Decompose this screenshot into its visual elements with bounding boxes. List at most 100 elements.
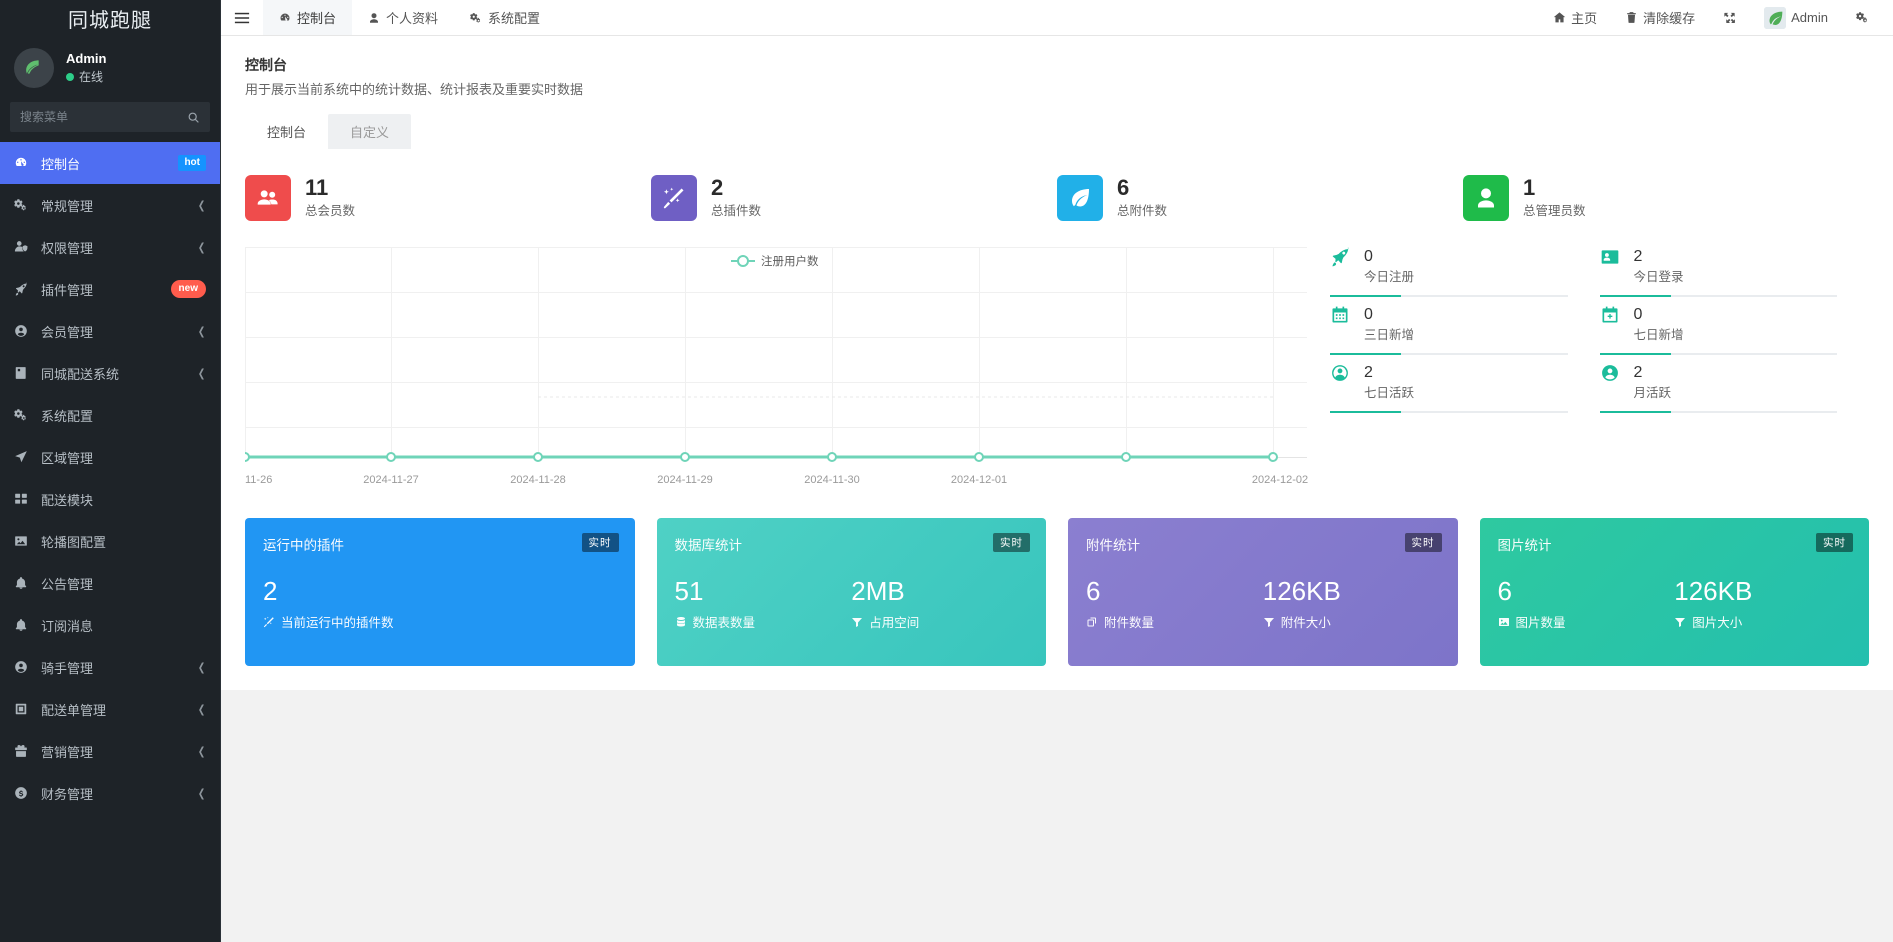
sidebar-item-label: 订阅消息 [41, 618, 94, 634]
topbar-action-fullscreen[interactable] [1709, 11, 1750, 24]
search-box[interactable] [10, 102, 210, 132]
sidebar-user-status-text: 在线 [79, 70, 104, 84]
info-card-3[interactable]: 图片统计 实时 6 图片数量 126KB 图片大小 [1479, 518, 1869, 666]
topbar-action-avatar[interactable]: Admin [1750, 6, 1842, 29]
rocket-icon [14, 282, 32, 296]
magic-wand-icon [663, 187, 684, 209]
image-icon [15, 536, 27, 546]
hamburger-icon[interactable] [221, 0, 263, 35]
topbar-action-label: 主页 [1571, 11, 1598, 26]
gear-icon [1856, 11, 1869, 24]
status-badge: 实时 [581, 533, 619, 552]
dashboard-icon [14, 156, 32, 170]
chevron-left-icon: ❮ [197, 199, 206, 212]
sidebar-item-10[interactable]: 公告管理 [0, 562, 220, 604]
sidebar-item-label: 插件管理 [41, 282, 94, 298]
side-stat-1: 2 今日登录 [1599, 247, 1870, 297]
page-tab-1[interactable]: 自定义 [328, 114, 412, 149]
search-input[interactable] [20, 110, 187, 124]
info-card-value: 6 [1086, 576, 1101, 606]
tab-系统配置[interactable]: 系统配置 [454, 0, 556, 35]
sidebar-user-card[interactable]: Admin 在线 [0, 36, 220, 102]
dashboard-icon [280, 13, 290, 21]
topbar-action-gear[interactable] [1842, 11, 1883, 24]
sidebar-item-5[interactable]: 同城配送系统 ❮ [0, 352, 220, 394]
info-card-0[interactable]: 运行中的插件 实时 2 当前运行中的插件数 [245, 518, 635, 666]
page-tab-label: 控制台 [267, 125, 307, 140]
user-icon [1463, 175, 1509, 221]
tab-个人资料[interactable]: 个人资料 [352, 0, 454, 35]
page-tab-0[interactable]: 控制台 [245, 114, 329, 149]
rocket-icon [15, 282, 27, 296]
info-card-sublabel: 数据表数量 [692, 616, 756, 630]
leaf-avatar-icon [1764, 6, 1787, 29]
info-card-1[interactable]: 数据库统计 实时 51 数据表数量 2MB 占用空间 [656, 518, 1046, 666]
id-card-icon [1601, 250, 1618, 264]
sidebar-item-14[interactable]: 营销管理 ❮ [0, 730, 220, 772]
registration-chart[interactable]: 注册用户数 11-26 2024-11-27 2024-11-28 2024-1… [245, 247, 1308, 492]
chevron-left-icon: ❮ [197, 745, 206, 758]
info-card-2[interactable]: 附件统计 实时 6 附件数量 126KB 附件大小 [1068, 518, 1458, 666]
user-shield-icon [14, 240, 32, 254]
user-filled-icon [1600, 363, 1626, 383]
paperclip-icon [1087, 617, 1096, 626]
info-card-sublabel: 图片大小 [1692, 616, 1743, 630]
calendar-icon [1332, 306, 1348, 323]
sidebar-item-2[interactable]: 权限管理 ❮ [0, 226, 220, 268]
sidebar-item-0[interactable]: 控制台 hot [0, 142, 220, 184]
topbar: 控制台 个人资料 系统配置 主页 清除缓存 Admin [221, 0, 1893, 36]
info-card-title: 运行中的插件 [263, 538, 344, 553]
filter-icon [1263, 617, 1274, 627]
search-icon[interactable] [187, 111, 200, 124]
user-circle-icon [14, 324, 32, 338]
home-icon [1553, 12, 1566, 23]
sidebar-item-8[interactable]: 配送模块 [0, 478, 220, 520]
bottom-cards-row: 运行中的插件 实时 2 当前运行中的插件数 数据库统计 实时 51 数据表数量 2M… [245, 518, 1869, 666]
sidebar-item-6[interactable]: 系统配置 [0, 394, 220, 436]
sidebar-user-status: 在线 [66, 68, 106, 86]
page-tab-label: 自定义 [350, 125, 390, 140]
side-stat-progress [1330, 353, 1568, 355]
sidebar-item-4[interactable]: 会员管理 ❮ [0, 310, 220, 352]
page-description: 用于展示当前系统中的统计数据、统计报表及重要实时数据 [245, 82, 584, 97]
sidebar-item-13[interactable]: 配送单管理 ❮ [0, 688, 220, 730]
side-stats-grid: 0 今日注册 2 今日登录 0 三日新增 0 七日新增 2 七日活跃 2 月活跃 [1330, 247, 1869, 492]
summary-stat-value: 1 [1523, 175, 1536, 200]
chart-legend[interactable]: 注册用户数 [731, 254, 819, 268]
brand-logo[interactable]: 同城跑腿 [0, 0, 220, 36]
book-icon [15, 367, 26, 379]
user-circle-icon [15, 661, 27, 673]
chart-legend-label: 注册用户数 [761, 254, 819, 268]
sidebar-search [0, 102, 220, 142]
summary-stats-row: 11 总会员数 2 总插件数 6 总附件数 1 总管理员数 [245, 175, 1869, 221]
cogs-icon [470, 12, 481, 22]
sidebar-item-label: 公告管理 [41, 576, 94, 592]
calendar-icon [1330, 305, 1356, 325]
avatar [14, 48, 54, 88]
sidebar-item-15[interactable]: 财务管理 ❮ [0, 772, 220, 814]
x-tick: 2024-12-01 [951, 474, 1007, 486]
sidebar-item-11[interactable]: 订阅消息 [0, 604, 220, 646]
sidebar-item-7[interactable]: 区域管理 [0, 436, 220, 478]
sidebar-item-badge: new [170, 280, 206, 298]
sidebar-item-12[interactable]: 骑手管理 ❮ [0, 646, 220, 688]
side-stat-progress [1599, 353, 1837, 355]
tab-控制台[interactable]: 控制台 [263, 0, 353, 35]
info-card-title: 数据库统计 [674, 538, 743, 553]
gift-icon [14, 744, 32, 758]
side-stat-label: 七日活跃 [1364, 386, 1415, 400]
side-stat-value: 2 [1633, 364, 1643, 381]
topbar-action-home[interactable]: 主页 [1539, 8, 1611, 27]
chevron-left-icon: ❮ [197, 325, 206, 338]
chevron-left-icon: ❮ [197, 787, 206, 800]
sidebar-menu: 控制台 hot 常规管理 ❮ 权限管理 ❮ 插件管理 new 会员管理 ❮ 同城配送系统 ❮ 系统配置区… [0, 142, 220, 814]
summary-stat-0: 11 总会员数 [245, 175, 651, 221]
content-scroll: 控制台 用于展示当前系统中的统计数据、统计报表及重要实时数据 控制台 自定义 11… [221, 36, 1893, 942]
gift-icon [15, 745, 27, 757]
sidebar-item-1[interactable]: 常规管理 ❮ [0, 184, 220, 226]
sidebar-item-9[interactable]: 轮播图配置 [0, 520, 220, 562]
sidebar-item-3[interactable]: 插件管理 new [0, 268, 220, 310]
topbar-action-trash[interactable]: 清除缓存 [1611, 8, 1709, 27]
fullscreen-icon [1724, 12, 1736, 24]
filter-icon [852, 617, 863, 627]
